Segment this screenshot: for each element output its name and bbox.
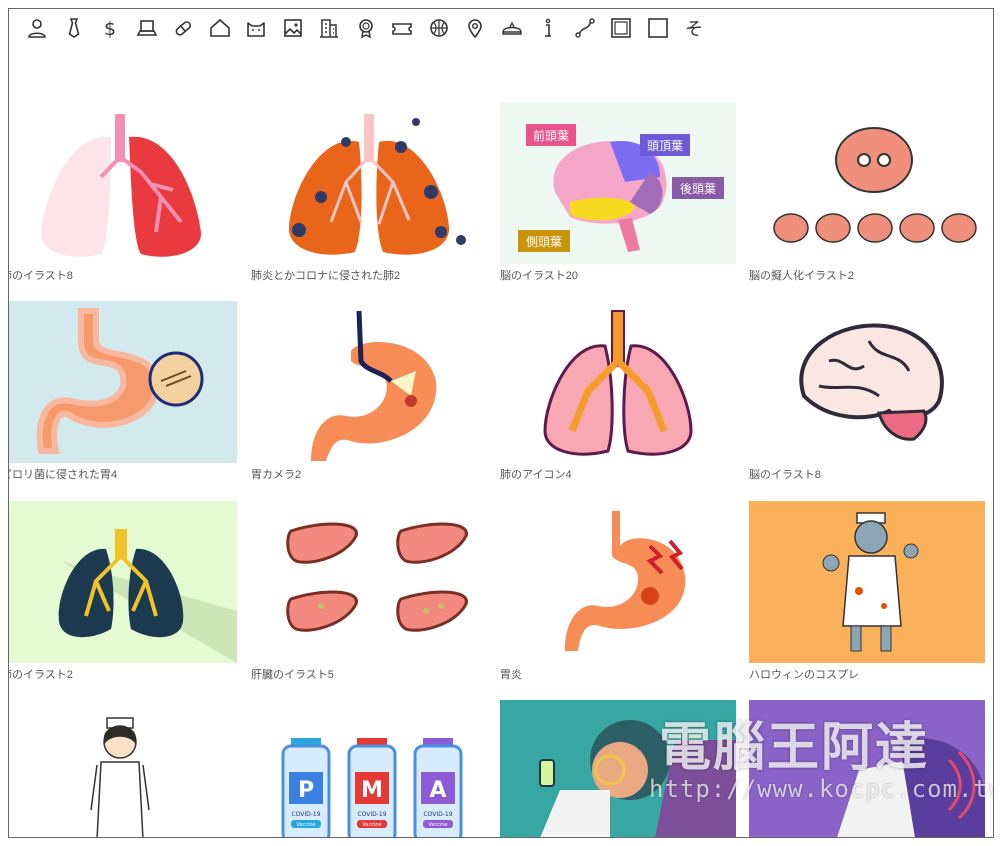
card-caption: 胃炎 xyxy=(500,669,522,681)
card-caption: 肺のイラスト2 xyxy=(8,669,73,681)
brain-characters-image xyxy=(749,102,985,264)
card-gastritis[interactable]: 胃炎 xyxy=(500,501,736,682)
lung-image xyxy=(9,102,237,264)
card-nurse[interactable] xyxy=(9,700,237,837)
card-caption: 肺のイラスト8 xyxy=(8,270,73,282)
card-caption: 脳のイラスト8 xyxy=(749,469,821,481)
svg-text:Vaccine: Vaccine xyxy=(362,822,381,828)
card-halloween-cosplay[interactable]: ハロウィンのコスプレ xyxy=(749,501,985,682)
card-pylori-stomach[interactable]: ピロリ菌に侵された胃4 xyxy=(8,301,237,482)
liver-image xyxy=(251,501,487,663)
temperature-check-image xyxy=(500,700,736,837)
lung-icon-image xyxy=(500,301,736,463)
gastritis-image xyxy=(500,501,736,663)
lung-dark-image xyxy=(9,501,237,663)
nurse-image xyxy=(9,700,237,837)
card-caption: 肺炎とかコロナに侵された肺2 xyxy=(251,270,401,282)
card-gastroscope[interactable]: 胃カメラ2 xyxy=(251,301,487,482)
vaccine-image: P M A COVID-19 COVID-19 COVID-19 Vaccine… xyxy=(251,700,487,837)
svg-text:Vaccine: Vaccine xyxy=(428,822,447,828)
illustration-grid: 肺のイラスト8 肺炎とかコロナに侵された肺2 前頭葉 頭頂葉 後頭葉 側頭葉 脳… xyxy=(9,9,993,837)
svg-text:COVID-19: COVID-19 xyxy=(423,811,452,818)
brain-lobes-image: 前頭葉 頭頂葉 後頭葉 側頭葉 xyxy=(500,102,736,264)
card-lung-illustration-2[interactable]: 肺のイラスト2 xyxy=(8,501,237,682)
svg-text:側頭葉: 側頭葉 xyxy=(526,235,562,249)
card-lung-icon-4[interactable]: 肺のアイコン4 xyxy=(500,301,736,482)
svg-text:前頭葉: 前頭葉 xyxy=(533,128,569,143)
card-caption: 胃カメラ2 xyxy=(251,469,302,481)
covid-lung-image xyxy=(251,102,487,264)
purple-scene-image xyxy=(749,700,985,837)
card-brain-personified[interactable]: 脳の擬人化イラスト2 xyxy=(749,102,985,283)
zombie-nurse-image xyxy=(749,501,985,663)
svg-text:Vaccine: Vaccine xyxy=(296,822,315,828)
card-covid-lung[interactable]: 肺炎とかコロナに侵された肺2 xyxy=(251,102,487,283)
svg-text:M: M xyxy=(361,778,383,803)
svg-text:P: P xyxy=(298,778,314,803)
card-caption: ピロリ菌に侵された胃4 xyxy=(8,469,118,481)
svg-text:頭頂葉: 頭頂葉 xyxy=(647,139,683,153)
card-caption: 肝臓のイラスト5 xyxy=(251,669,334,681)
card-caption: 脳のイラスト20 xyxy=(500,270,579,282)
card-brain-illustration-20[interactable]: 前頭葉 頭頂葉 後頭葉 側頭葉 脳のイラスト20 xyxy=(500,102,736,283)
card-caption: 肺のアイコン4 xyxy=(500,469,572,481)
brain-image xyxy=(749,301,985,463)
card-brain-illustration-8[interactable]: 脳のイラスト8 xyxy=(749,301,985,482)
pylori-stomach-image xyxy=(9,301,237,463)
card-caption: ハロウィンのコスプレ xyxy=(749,669,859,681)
gastroscope-image xyxy=(251,301,487,463)
card-lung-illustration-8[interactable]: 肺のイラスト8 xyxy=(8,102,237,283)
svg-text:後頭葉: 後頭葉 xyxy=(680,182,716,196)
card-thermometer-check[interactable] xyxy=(500,700,736,837)
browser-frame: $ そ 肺のイラスト8 肺炎とかコロナに侵された肺2 前頭葉 頭頂葉 後頭葉 側… xyxy=(8,8,994,838)
svg-text:COVID-19: COVID-19 xyxy=(291,811,320,818)
card-vaccine[interactable]: P M A COVID-19 COVID-19 COVID-19 Vaccine… xyxy=(251,700,487,837)
card-purple-scene[interactable] xyxy=(749,700,985,837)
card-caption: 脳の擬人化イラスト2 xyxy=(749,270,854,282)
svg-text:COVID-19: COVID-19 xyxy=(357,811,386,818)
card-liver-illustration-5[interactable]: 肝臓のイラスト5 xyxy=(251,501,487,682)
svg-text:A: A xyxy=(429,778,446,803)
